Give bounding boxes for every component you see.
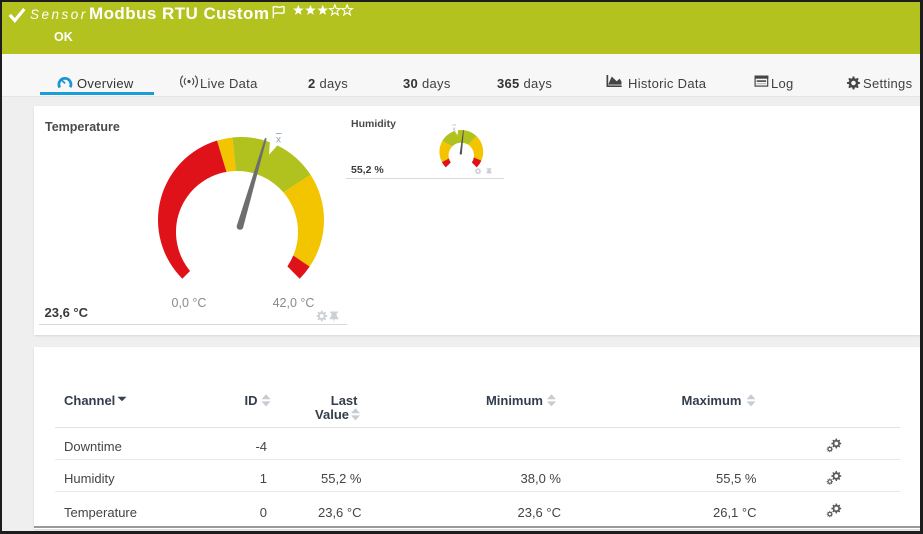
svg-text:x: x	[276, 135, 281, 146]
